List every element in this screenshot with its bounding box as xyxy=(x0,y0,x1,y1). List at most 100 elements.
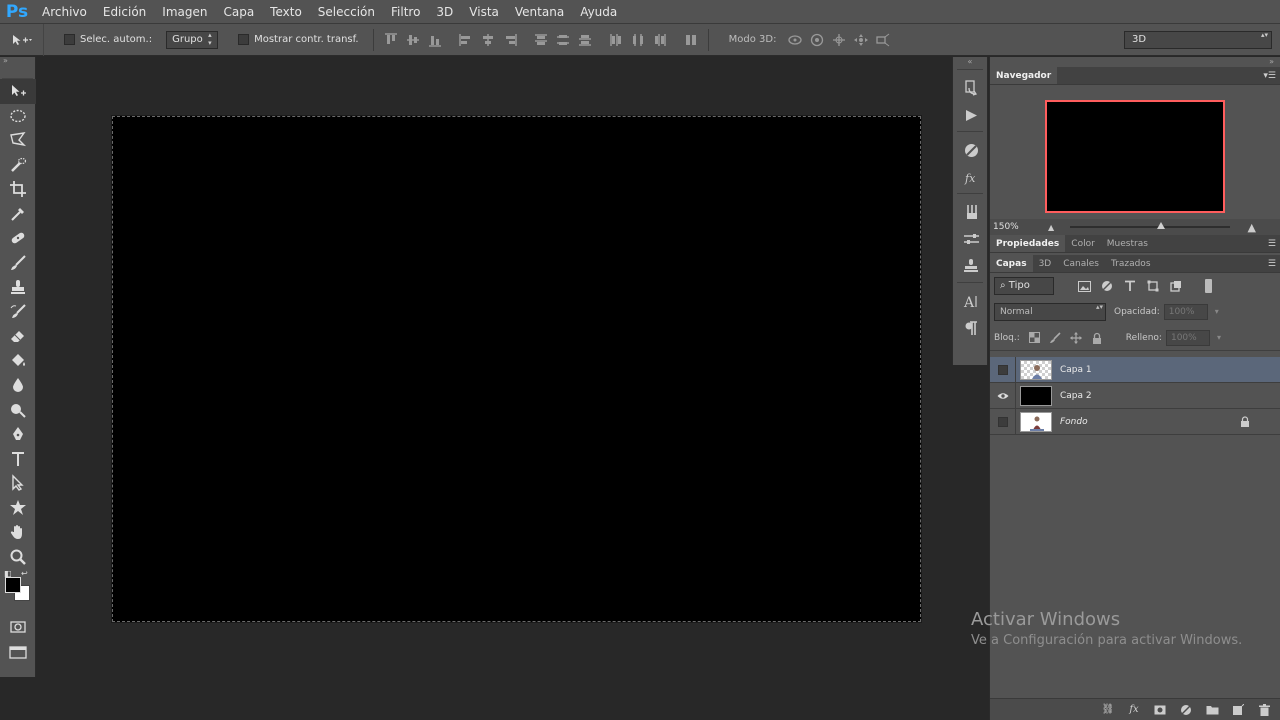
navigator-view-box[interactable] xyxy=(1045,100,1225,213)
lock-pixels-icon[interactable] xyxy=(1049,331,1062,344)
visibility-toggle[interactable] xyxy=(990,408,1016,435)
healing-brush-tool[interactable] xyxy=(0,226,36,251)
move-tool[interactable] xyxy=(0,79,36,104)
path-selection-tool[interactable] xyxy=(0,471,36,496)
distribute-vcenter-icon[interactable] xyxy=(555,32,571,48)
filter-smart-object-icon[interactable] xyxy=(1168,279,1184,293)
lock-all-icon[interactable] xyxy=(1091,331,1104,344)
align-top-icon[interactable] xyxy=(383,32,399,48)
layer-name[interactable]: Fondo xyxy=(1060,417,1088,427)
align-vcenter-icon[interactable] xyxy=(405,32,421,48)
actions-panel-button[interactable] xyxy=(953,102,989,129)
filter-toggle-switch[interactable] xyxy=(1205,279,1212,293)
menu-capa[interactable]: Capa xyxy=(215,0,262,24)
foreground-color[interactable] xyxy=(5,577,21,593)
zoom-tool[interactable] xyxy=(0,545,36,570)
zoom-value[interactable]: 150% xyxy=(993,222,1033,232)
scale-3d-icon[interactable] xyxy=(875,32,891,48)
tab-canales[interactable]: Canales xyxy=(1057,255,1105,272)
screen-mode-button[interactable] xyxy=(0,640,36,665)
align-hcenter-icon[interactable] xyxy=(480,32,496,48)
menu-archivo[interactable]: Archivo xyxy=(34,0,95,24)
rotate-3d-icon[interactable] xyxy=(787,32,803,48)
tab-trazados[interactable]: Trazados xyxy=(1105,255,1157,272)
link-layers-icon[interactable]: ⛓ xyxy=(1101,703,1115,717)
tab-muestras[interactable]: Muestras xyxy=(1101,235,1154,252)
blend-mode-dropdown[interactable]: Normal ▴▾ xyxy=(994,303,1106,321)
menu-texto[interactable]: Texto xyxy=(262,0,310,24)
tab-color[interactable]: Color xyxy=(1065,235,1101,252)
filter-shape-icon[interactable] xyxy=(1145,279,1161,293)
shape-tool[interactable] xyxy=(0,496,36,521)
type-tool[interactable] xyxy=(0,447,36,472)
tab-navegador[interactable]: Navegador xyxy=(990,67,1058,84)
opacity-field[interactable]: 100% xyxy=(1163,304,1219,320)
pen-tool[interactable] xyxy=(0,422,36,447)
hand-tool[interactable] xyxy=(0,520,36,545)
eraser-tool[interactable] xyxy=(0,324,36,349)
zoom-slider[interactable] xyxy=(1070,226,1230,228)
distribute-left-icon[interactable] xyxy=(608,32,624,48)
swap-colors-icon[interactable]: ↩ xyxy=(21,569,28,578)
character-panel-button[interactable]: A xyxy=(953,288,989,315)
menu-imagen[interactable]: Imagen xyxy=(154,0,215,24)
roll-3d-icon[interactable] xyxy=(809,32,825,48)
blur-tool[interactable] xyxy=(0,373,36,398)
crop-tool[interactable] xyxy=(0,177,36,202)
collapse-dock-icon[interactable]: « xyxy=(953,57,987,67)
fill-field[interactable]: 100% xyxy=(1165,329,1221,346)
zoom-in-icon[interactable]: ▲ xyxy=(1248,221,1256,234)
adjustments-panel-button[interactable] xyxy=(953,137,989,164)
menu-filtro[interactable]: Filtro xyxy=(383,0,428,24)
tab-capas[interactable]: Capas xyxy=(990,255,1033,272)
auto-align-icon[interactable] xyxy=(683,32,699,48)
menu-ventana[interactable]: Ventana xyxy=(507,0,572,24)
zoom-out-icon[interactable]: ▲ xyxy=(1048,223,1054,232)
trash-icon[interactable] xyxy=(1257,703,1271,717)
clone-stamp-tool[interactable] xyxy=(0,275,36,300)
layer-name[interactable]: Capa 2 xyxy=(1060,391,1092,401)
history-brush-tool[interactable] xyxy=(0,300,36,325)
collapse-panels-icon[interactable]: » xyxy=(990,57,1280,67)
panel-grip[interactable] xyxy=(2,67,33,79)
align-left-icon[interactable] xyxy=(458,32,474,48)
zoom-slider-thumb[interactable] xyxy=(1157,222,1165,229)
tab-3d[interactable]: 3D xyxy=(1033,255,1058,272)
panel-menu-icon[interactable]: ☰ xyxy=(1268,235,1276,253)
menu-ayuda[interactable]: Ayuda xyxy=(572,0,625,24)
menu-3d[interactable]: 3D xyxy=(428,0,461,24)
history-panel-button[interactable] xyxy=(953,75,989,102)
tool-preset-picker[interactable] xyxy=(0,23,44,56)
paint-bucket-tool[interactable] xyxy=(0,349,36,374)
distribute-hcenter-icon[interactable] xyxy=(630,32,646,48)
filter-type-icon[interactable] xyxy=(1122,279,1138,293)
auto-select-dropdown[interactable]: Grupo xyxy=(166,30,219,49)
distribute-top-icon[interactable] xyxy=(533,32,549,48)
marquee-tool[interactable] xyxy=(0,104,36,129)
paragraph-panel-button[interactable] xyxy=(953,315,989,342)
layer-filter-dropdown[interactable]: ⌕ Tipo xyxy=(994,277,1054,295)
adjustment-layer-icon[interactable] xyxy=(1179,703,1193,717)
workspace-dropdown[interactable]: 3D ▴▾ xyxy=(1124,31,1272,49)
brush-panel-button[interactable] xyxy=(953,226,989,253)
menu-vista[interactable]: Vista xyxy=(461,0,507,24)
brush-presets-button[interactable] xyxy=(953,199,989,226)
tab-propiedades[interactable]: Propiedades xyxy=(990,235,1066,252)
filter-adjustment-icon[interactable] xyxy=(1099,279,1115,293)
clone-source-button[interactable] xyxy=(953,253,989,280)
quick-selection-tool[interactable] xyxy=(0,153,36,178)
collapse-icon[interactable]: » xyxy=(0,57,35,67)
new-layer-icon[interactable] xyxy=(1231,703,1245,717)
dodge-tool[interactable] xyxy=(0,398,36,423)
menu-edicion[interactable]: Edición xyxy=(95,0,154,24)
visibility-toggle[interactable] xyxy=(990,382,1016,409)
document-canvas[interactable] xyxy=(111,115,922,623)
show-transform-checkbox[interactable] xyxy=(238,34,250,45)
eyedropper-tool[interactable] xyxy=(0,202,36,227)
layer-row-capa-1[interactable]: Capa 1 xyxy=(990,356,1280,383)
fx-icon[interactable]: fx xyxy=(1127,703,1141,717)
add-mask-icon[interactable] xyxy=(1153,703,1167,717)
menu-seleccion[interactable]: Selección xyxy=(310,0,383,24)
layer-row-fondo[interactable]: Fondo xyxy=(990,408,1280,435)
panel-menu-icon[interactable]: ☰ xyxy=(1268,255,1276,273)
